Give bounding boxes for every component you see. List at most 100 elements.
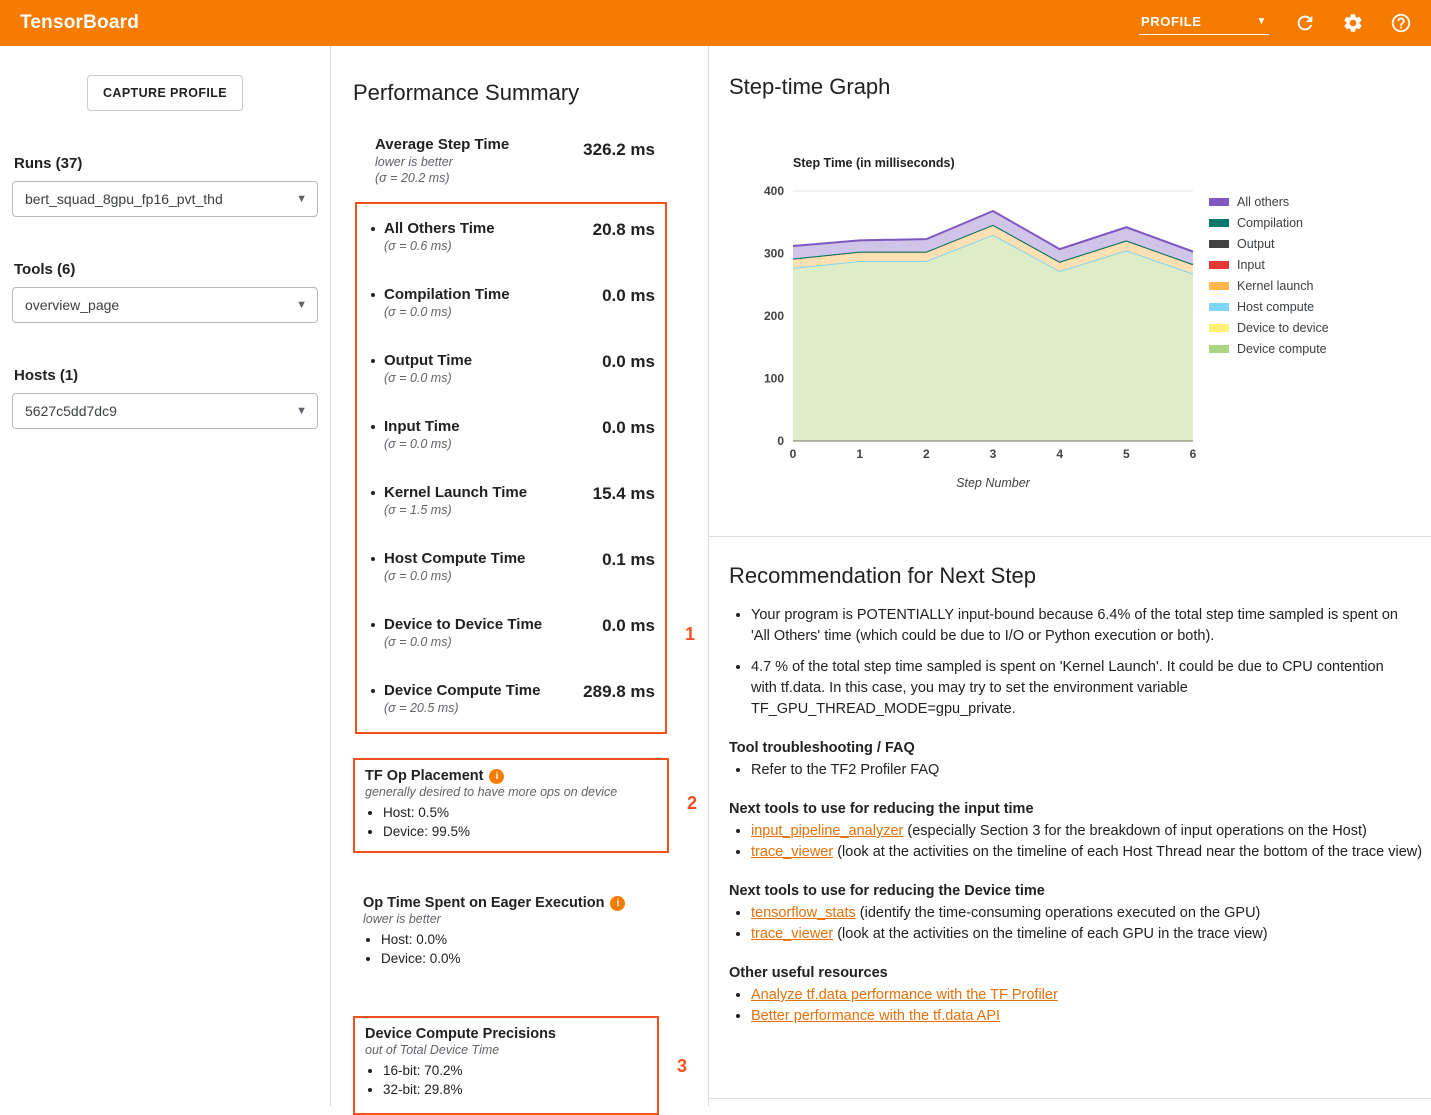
recommendation-bullet: 4.7 % of the total step time sampled is …: [751, 657, 1401, 720]
refresh-icon[interactable]: [1293, 11, 1317, 35]
tf-op-placement-title: TF Op Placement: [365, 768, 483, 784]
legend-item: Device to device: [1209, 317, 1329, 338]
recommendation-card: Recommendation for Next Step Your progra…: [709, 537, 1431, 1099]
link-trace-viewer[interactable]: trace_viewer: [751, 844, 833, 860]
metric-label: Kernel Launch Time: [384, 484, 593, 502]
info-icon[interactable]: i: [489, 769, 504, 784]
legend-label: Input: [1237, 258, 1265, 272]
legend-swatch: [1209, 240, 1229, 248]
info-icon[interactable]: i: [610, 896, 625, 911]
metric-value: 0.0 ms: [602, 286, 655, 306]
metric-sigma: (σ = 1.5 ms): [384, 502, 593, 518]
bullet-dot: [371, 557, 375, 561]
svg-text:200: 200: [764, 309, 784, 323]
metric-subtitle: lower is better: [375, 154, 583, 170]
metric-sigma: (σ = 0.0 ms): [384, 436, 602, 452]
legend-label: Host compute: [1237, 300, 1314, 314]
svg-text:100: 100: [764, 372, 784, 386]
bullet-dot: [371, 689, 375, 693]
rec-item-text: (look at the activities on the timeline …: [833, 926, 1267, 942]
rec-item-text: (identify the time-consuming operations …: [856, 905, 1261, 921]
metric-label: Output Time: [384, 352, 602, 370]
rec-item: Analyze tf.data performance with the TF …: [751, 985, 1429, 1006]
chevron-down-icon: ▼: [296, 405, 307, 417]
svg-text:6: 6: [1190, 447, 1197, 461]
legend-swatch: [1209, 324, 1229, 332]
runs-select[interactable]: bert_squad_8gpu_fp16_pvt_thd ▼: [12, 181, 318, 217]
annotation-number-3: 3: [677, 1056, 687, 1077]
runs-label: Runs (37): [14, 155, 330, 172]
rec-item-text: (especially Section 3 for the breakdown …: [903, 823, 1366, 839]
metric-label: Device to Device Time: [384, 616, 602, 634]
annotation-box-1: All Others Time (σ = 0.6 ms) 20.8 ms Com…: [355, 202, 667, 734]
metric-label: Compilation Time: [384, 286, 602, 304]
annotation-number-2: 2: [687, 793, 697, 814]
capture-profile-button[interactable]: CAPTURE PROFILE: [87, 75, 243, 111]
link-tensorflow-stats[interactable]: tensorflow_stats: [751, 905, 856, 921]
rec-section-heading: Other useful resources: [729, 963, 1429, 983]
rec-item: Better performance with the tf.data API: [751, 1006, 1429, 1027]
svg-text:400: 400: [764, 184, 784, 198]
device-precisions-subtitle: out of Total Device Time: [365, 1042, 647, 1058]
metric-row: Kernel Launch Time (σ = 1.5 ms) 15.4 ms: [357, 468, 665, 534]
bullet-dot: [371, 425, 375, 429]
device-precisions-title: Device Compute Precisions: [365, 1026, 556, 1042]
bullet-dot: [371, 359, 375, 363]
dashboard-selector-value: PROFILE: [1141, 14, 1202, 29]
hosts-label: Hosts (1): [14, 367, 330, 384]
tf-op-placement-host: Host: 0.5%: [383, 803, 657, 822]
rec-section-heading: Tool troubleshooting / FAQ: [729, 738, 1429, 758]
svg-text:0: 0: [790, 447, 797, 461]
app-header: TensorBoard PROFILE ▼: [0, 0, 1431, 46]
chevron-down-icon: ▼: [296, 299, 307, 311]
eager-execution-host: Host: 0.0%: [381, 930, 659, 949]
chart-legend: All othersCompilation Output Input Kernel l…: [1209, 114, 1329, 506]
rec-item-text: Refer to the TF2 Profiler FAQ: [751, 762, 939, 778]
legend-item: Input: [1209, 254, 1329, 275]
legend-label: Device to device: [1237, 321, 1329, 335]
eager-execution-subtitle: lower is better: [363, 911, 659, 927]
legend-item: All others: [1209, 191, 1329, 212]
legend-swatch: [1209, 198, 1229, 206]
metric-label: Input Time: [384, 418, 602, 436]
link-input-pipeline-analyzer[interactable]: input_pipeline_analyzer: [751, 823, 903, 839]
hosts-select[interactable]: 5627c5dd7dc9 ▼: [12, 393, 318, 429]
legend-swatch: [1209, 261, 1229, 269]
link-analyze-tfdata-performance[interactable]: Analyze tf.data performance with the TF …: [751, 987, 1058, 1003]
svg-text:300: 300: [764, 247, 784, 261]
legend-label: Output: [1237, 237, 1275, 251]
metric-row: Compilation Time (σ = 0.0 ms) 0.0 ms: [357, 270, 665, 336]
link-better-performance-tfdata[interactable]: Better performance with the tf.data API: [751, 1008, 1000, 1024]
tf-op-placement-device: Device: 99.5%: [383, 822, 657, 841]
step-time-graph-title: Step-time Graph: [729, 74, 1431, 100]
link-trace-viewer[interactable]: trace_viewer: [751, 926, 833, 942]
dashboard-selector[interactable]: PROFILE ▼: [1139, 12, 1269, 35]
legend-item: Output: [1209, 233, 1329, 254]
metric-sigma: (σ = 20.5 ms): [384, 700, 583, 716]
chevron-down-icon: ▼: [296, 193, 307, 205]
legend-swatch: [1209, 282, 1229, 290]
sidebar: CAPTURE PROFILE Runs (37) bert_squad_8gp…: [0, 46, 331, 1106]
gear-icon[interactable]: [1341, 11, 1365, 35]
legend-item: Compilation: [1209, 212, 1329, 233]
tools-select[interactable]: overview_page ▼: [12, 287, 318, 323]
metric-value: 15.4 ms: [593, 484, 655, 504]
annotation-box-3: Device Compute Precisions out of Total D…: [353, 1016, 659, 1115]
metric-value: 326.2 ms: [583, 140, 655, 186]
step-time-graph-card: Step-time Graph 01002003004000123456Step…: [709, 46, 1431, 537]
svg-text:Step Time (in milliseconds): Step Time (in milliseconds): [793, 156, 955, 170]
metric-sigma: (σ = 0.6 ms): [384, 238, 593, 254]
metric-label: Device Compute Time: [384, 682, 583, 700]
metric-value: 0.0 ms: [602, 616, 655, 636]
svg-text:0: 0: [777, 434, 784, 448]
recommendation-title: Recommendation for Next Step: [729, 563, 1429, 589]
legend-swatch: [1209, 219, 1229, 227]
metric-sigma: (σ = 0.0 ms): [384, 568, 602, 584]
svg-text:1: 1: [856, 447, 863, 461]
help-icon[interactable]: [1389, 11, 1413, 35]
legend-swatch: [1209, 345, 1229, 353]
app-title: TensorBoard: [20, 12, 139, 34]
svg-text:4: 4: [1056, 447, 1063, 461]
eager-execution-device: Device: 0.0%: [381, 949, 659, 968]
legend-item: Kernel launch: [1209, 275, 1329, 296]
